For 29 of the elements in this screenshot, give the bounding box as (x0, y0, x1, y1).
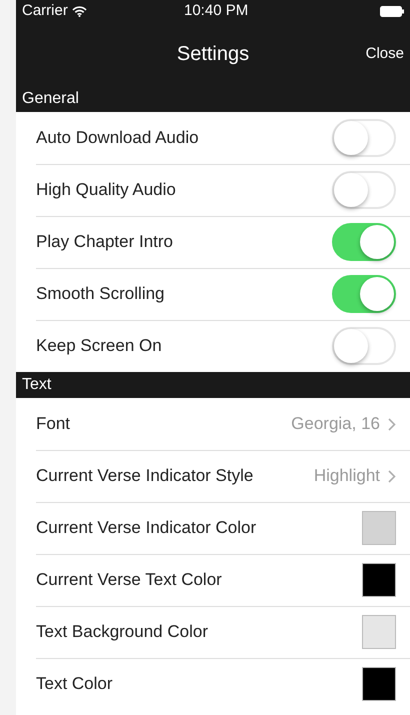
color-swatch[interactable] (362, 615, 396, 649)
screen-title: Settings (176, 42, 250, 67)
chevron-icon[interactable] (388, 470, 396, 482)
setting-label: Smooth Scrolling (36, 283, 166, 306)
battery-icon (380, 6, 404, 16)
setting-label: High Quality Audio (36, 179, 177, 202)
setting-label: Keep Screen On (36, 335, 163, 358)
close-button[interactable]: Close (364, 40, 406, 68)
setting-label: Current Verse Indicator Style (36, 465, 254, 488)
color-swatch[interactable] (362, 511, 396, 545)
toggle-switch[interactable] (332, 275, 396, 313)
status-time: 10:40 PM (183, 0, 250, 21)
setting-value[interactable]: Georgia, 16 (291, 411, 380, 437)
color-swatch[interactable] (362, 563, 396, 597)
toggle-switch[interactable] (332, 223, 396, 261)
wifi-icon (72, 6, 87, 16)
chevron-icon[interactable] (388, 418, 396, 430)
color-swatch[interactable] (362, 667, 396, 701)
section-header: General (16, 86, 410, 112)
setting-label: Current Verse Indicator Color (36, 517, 258, 540)
section-header: Text (16, 372, 410, 398)
setting-value[interactable]: Highlight (314, 463, 380, 489)
setting-label: Auto Download Audio (36, 127, 200, 150)
setting-label: Current Verse Text Color (36, 569, 223, 592)
carrier-name: Carrier (22, 0, 68, 21)
setting-label: Text Background Color (36, 621, 209, 644)
setting-label: Text Color (36, 673, 114, 696)
setting-label: Play Chapter Intro (36, 231, 174, 254)
setting-label: Font (36, 413, 72, 436)
